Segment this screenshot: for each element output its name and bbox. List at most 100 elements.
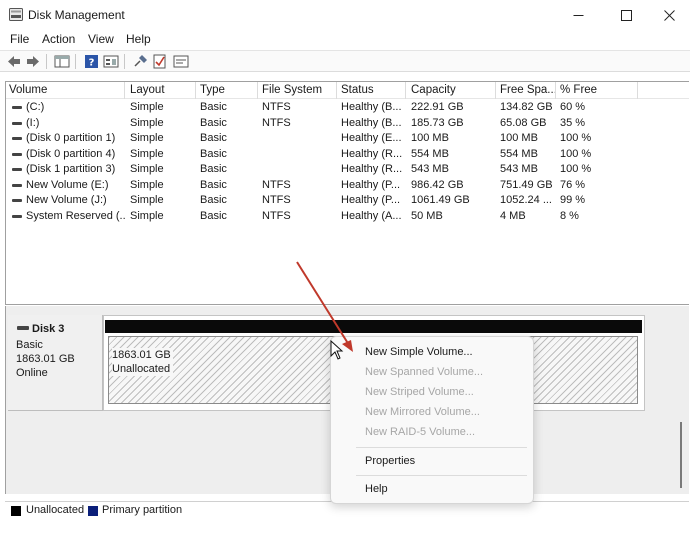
table-row[interactable]: New Volume (E:) Simple Basic NTFS Healthy (P…: [6, 178, 689, 194]
legend-unallocated-swatch: [11, 506, 21, 516]
cell-volume: (Disk 0 partition 1): [26, 132, 116, 144]
menu-properties[interactable]: Properties: [365, 455, 415, 467]
console-tree-icon[interactable]: [103, 54, 119, 69]
cell-percent-free: 35 %: [560, 116, 586, 129]
column-header-status[interactable]: Status: [338, 82, 406, 99]
menu-new-simple-volume[interactable]: New Simple Volume...: [365, 346, 473, 358]
toolbar-separator: [46, 54, 47, 69]
column-header-free-space[interactable]: Free Spa...: [497, 82, 556, 99]
cell-status: Healthy (E...: [341, 132, 402, 144]
menu-action[interactable]: Action: [42, 32, 75, 46]
cell-percent-free: 76 %: [560, 178, 586, 191]
cell-file-system: NTFS: [262, 101, 291, 113]
cell-capacity: 100 MB: [411, 132, 449, 144]
table-row[interactable]: (Disk 0 partition 4) Simple Basic Healthy (…: [6, 147, 689, 163]
column-header-layout[interactable]: Layout: [127, 82, 196, 99]
cell-volume: (Disk 0 partition 4): [26, 147, 116, 160]
cell-status: Healthy (R...: [341, 163, 403, 175]
table-row[interactable]: (C:) Simple Basic NTFS Healthy (B... 222.91 G…: [6, 100, 689, 116]
cell-status: Healthy (B...: [341, 116, 402, 129]
menu-help-item[interactable]: Help: [365, 483, 388, 495]
unallocated-bar: [105, 320, 642, 333]
cell-type: Basic: [200, 116, 227, 129]
column-header-file-system[interactable]: File System: [259, 82, 337, 99]
cell-percent-free: 100 %: [560, 132, 592, 144]
disk-name: Disk 3: [32, 323, 65, 335]
cell-file-system: NTFS: [262, 209, 291, 222]
cell-capacity: 986.42 GB: [411, 178, 464, 191]
cell-type: Basic: [200, 194, 227, 206]
menu-view[interactable]: View: [88, 32, 114, 46]
cell-capacity: 222.91 GB: [411, 101, 464, 113]
legend-primary-swatch: [88, 506, 98, 516]
table-row[interactable]: System Reserved (... Simple Basic NTFS Healt…: [6, 209, 689, 225]
cell-percent-free: 99 %: [560, 194, 586, 206]
cell-free-space: 134.82 GB: [500, 101, 553, 113]
cell-capacity: 185.73 GB: [411, 116, 464, 129]
table-row[interactable]: (Disk 1 partition 3) Simple Basic Healthy (…: [6, 162, 689, 178]
minimize-button[interactable]: [555, 0, 601, 30]
forward-icon[interactable]: [25, 54, 41, 69]
check-icon[interactable]: [152, 54, 168, 69]
cell-status: Healthy (P...: [341, 178, 401, 191]
maximize-button[interactable]: [603, 0, 649, 30]
menu-new-striped-volume: New Striped Volume...: [365, 386, 474, 398]
toolbar-separator: [124, 54, 125, 69]
cell-volume: System Reserved (...: [26, 209, 126, 222]
disk-icon: [17, 326, 29, 330]
cell-free-space: 543 MB: [500, 163, 538, 175]
cell-type: Basic: [200, 101, 227, 113]
context-menu: New Simple Volume... New Spanned Volume.…: [330, 336, 534, 504]
cell-type: Basic: [200, 163, 227, 175]
cell-free-space: 751.49 GB: [500, 178, 553, 191]
cell-volume: (I:): [26, 116, 40, 129]
disk-size: 1863.01 GB: [16, 353, 75, 365]
cell-free-space: 100 MB: [500, 132, 538, 144]
cell-layout: Simple: [130, 116, 164, 129]
cell-percent-free: 100 %: [560, 147, 592, 160]
close-button[interactable]: [646, 0, 690, 30]
menu-file[interactable]: File: [10, 32, 29, 46]
menu-new-mirrored-volume: New Mirrored Volume...: [365, 406, 480, 418]
title-bar: Disk Management: [0, 0, 690, 30]
minimize-icon: [573, 14, 583, 16]
cell-type: Basic: [200, 132, 227, 144]
vertical-scrollbar[interactable]: [680, 422, 682, 488]
table-row[interactable]: (I:) Simple Basic NTFS Healthy (B... 185.73 G…: [6, 116, 689, 132]
column-header-capacity[interactable]: Capacity: [408, 82, 496, 99]
menu-help[interactable]: Help: [126, 32, 151, 46]
legend-primary-label: Primary partition: [102, 504, 183, 516]
volume-icon: [12, 183, 22, 187]
partition-label: Unallocated: [112, 363, 171, 375]
volume-list: Volume Layout Type File System Status Ca…: [5, 81, 689, 305]
window-title: Disk Management: [28, 8, 125, 22]
menu-new-raid5-volume: New RAID-5 Volume...: [365, 426, 476, 438]
cell-layout: Simple: [130, 101, 164, 113]
cell-volume: (Disk 1 partition 3): [26, 163, 116, 175]
cell-file-system: NTFS: [262, 116, 291, 129]
back-icon[interactable]: [6, 54, 22, 69]
column-header-percent-free[interactable]: % Free: [557, 82, 638, 99]
cell-file-system: NTFS: [262, 194, 291, 206]
volume-list-header: Volume Layout Type File System Status Ca…: [6, 82, 689, 99]
settings-list-icon[interactable]: [173, 54, 189, 69]
cell-file-system: NTFS: [262, 178, 291, 191]
close-icon: [663, 9, 675, 21]
volume-icon: [12, 199, 22, 202]
disk-management-app-icon: [9, 8, 23, 21]
volume-icon: [12, 121, 22, 125]
table-row[interactable]: New Volume (J:) Simple Basic NTFS Healthy (P…: [6, 193, 689, 209]
cell-percent-free: 8 %: [560, 209, 579, 222]
help-icon[interactable]: ?: [84, 54, 100, 69]
cell-percent-free: 100 %: [560, 163, 592, 175]
column-header-volume[interactable]: Volume: [6, 82, 125, 99]
properties-pane-icon[interactable]: [54, 54, 70, 69]
cell-file-system: [262, 162, 336, 177]
table-row[interactable]: (Disk 0 partition 1) Simple Basic Healthy (…: [6, 131, 689, 147]
connect-icon[interactable]: [133, 54, 149, 69]
disk-3-label[interactable]: Disk 3 Basic 1863.01 GB Online: [8, 315, 103, 411]
column-header-type[interactable]: Type: [197, 82, 258, 99]
legend-unallocated-label: Unallocated: [26, 504, 85, 516]
partition-info: 1863.01 GB Unallocated: [112, 348, 173, 376]
cell-free-space: 1052.24 ...: [500, 194, 552, 206]
